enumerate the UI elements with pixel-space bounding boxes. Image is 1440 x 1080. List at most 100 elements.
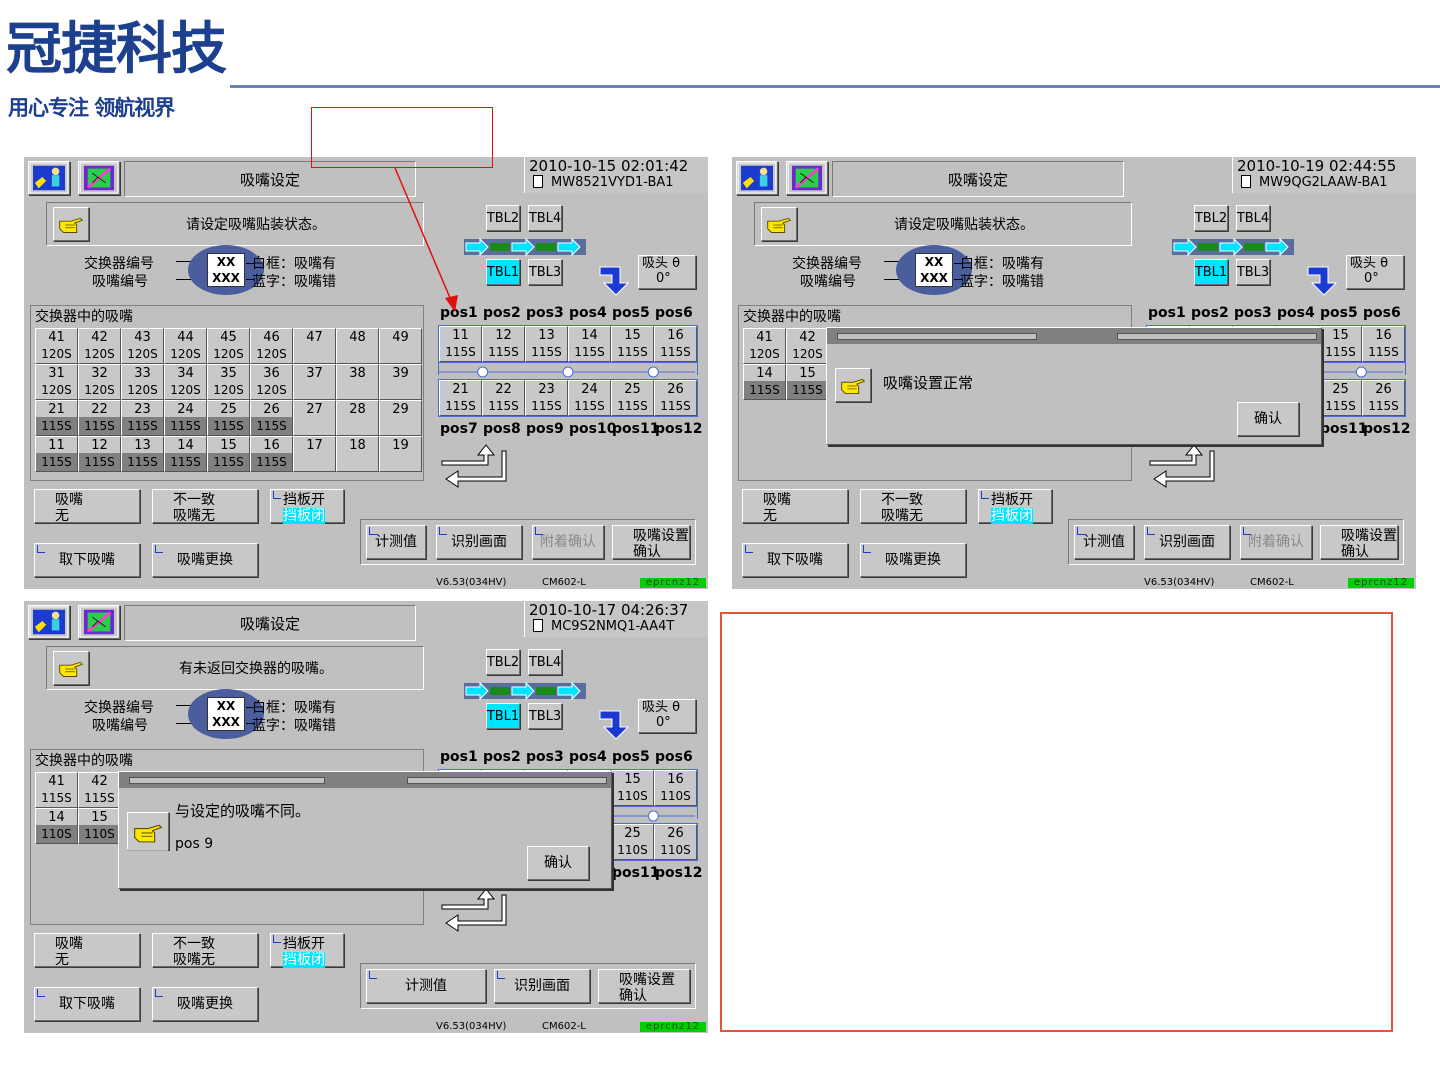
changer-cell[interactable]: 32120S — [78, 364, 121, 400]
measure-button[interactable]: 计测值 — [1074, 525, 1134, 559]
nozzle-none-button[interactable]: 吸嘴无 — [742, 489, 848, 524]
home-icon[interactable] — [28, 605, 70, 639]
changer-cell[interactable]: 47 — [293, 328, 336, 364]
changer-cell[interactable]: 41 115S — [35, 772, 78, 808]
changer-cell[interactable]: 24 115S — [164, 400, 207, 436]
table-tbl1[interactable]: TBL1 — [486, 703, 520, 729]
nozzle-setting-confirm-button[interactable]: 吸嘴设置 确认 — [1320, 525, 1398, 560]
changer-cell[interactable]: 43 120S — [121, 328, 164, 364]
nozzle-setting-confirm-button[interactable]: 吸嘴设置 确认 — [598, 969, 690, 1004]
changer-cell[interactable]: 37 — [293, 364, 336, 400]
changer-cell[interactable]: 38 — [336, 364, 379, 400]
changer-cell[interactable]: 36 120S — [250, 364, 293, 400]
changer-cell[interactable]: 28 — [336, 400, 379, 436]
changer-cell[interactable]: 26 115S — [250, 400, 293, 436]
changer-cell[interactable]: 19 — [379, 436, 422, 472]
changer-cell[interactable]: 21115S — [35, 400, 78, 436]
nozzle-none-button[interactable]: 吸嘴无 — [34, 489, 140, 524]
changer-cell[interactable]: 14 115S — [164, 436, 207, 472]
head-theta-box[interactable]: 吸头 θ 0° — [638, 255, 696, 289]
remove-nozzle-button[interactable]: 取下吸嘴 — [34, 987, 140, 1021]
changer-cell[interactable]: 14 110S — [35, 808, 78, 844]
pos-cell[interactable]: 26 115S — [654, 380, 697, 416]
changer-cell[interactable]: 35 120S — [207, 364, 250, 400]
ok-button[interactable]: 确认 — [1237, 402, 1299, 436]
attach-confirm-button[interactable]: 附着确认 — [1240, 525, 1312, 559]
changer-cell[interactable]: 42 120S — [78, 328, 121, 364]
mismatch-button[interactable]: 不一致 吸嘴无 — [152, 489, 258, 524]
pos-cell[interactable]: 16 115S — [654, 326, 697, 362]
head-theta-box[interactable]: 吸头 θ 0° — [1346, 255, 1404, 289]
changer-cell[interactable]: 31120S — [35, 364, 78, 400]
changer-cell[interactable]: 34 120S — [164, 364, 207, 400]
replace-nozzle-button[interactable]: 吸嘴更换 — [860, 543, 966, 577]
changer-cell[interactable]: 44 120S — [164, 328, 207, 364]
changer-cell[interactable]: 33 120S — [121, 364, 164, 400]
pos-cell[interactable]: 15 110S — [611, 770, 654, 806]
replace-nozzle-button[interactable]: 吸嘴更换 — [152, 987, 258, 1021]
pos-cell[interactable]: 25 115S — [1319, 380, 1362, 416]
pos-cell[interactable]: 12 115S — [482, 326, 525, 362]
changer-cell[interactable]: 12115S — [78, 436, 121, 472]
changer-cell[interactable]: 39 — [379, 364, 422, 400]
changer-cell[interactable]: 45 120S — [207, 328, 250, 364]
changer-cell[interactable]: 16115S — [250, 436, 293, 472]
table-tbl2[interactable]: TBL2 — [486, 649, 520, 675]
remove-nozzle-button[interactable]: 取下吸嘴 — [34, 543, 140, 577]
changer-cell[interactable]: 14 115S — [743, 364, 786, 400]
changer-cell[interactable]: 23 115S — [121, 400, 164, 436]
table-tbl1[interactable]: TBL1 — [486, 259, 520, 285]
nozzle-setting-confirm-button[interactable]: 吸嘴设置 确认 — [612, 525, 690, 560]
nozzle-none-button[interactable]: 吸嘴无 — [34, 933, 140, 968]
home-icon[interactable] — [736, 161, 778, 195]
pos-cell[interactable]: 16 110S — [654, 770, 697, 806]
changer-cell[interactable]: 15 110S — [78, 808, 121, 844]
table-tbl3[interactable]: TBL3 — [1236, 259, 1270, 285]
pos-cell[interactable]: 26 115S — [1362, 380, 1405, 416]
pos-cell[interactable]: 21 115S — [439, 380, 482, 416]
recognition-screen-button[interactable]: 识别画面 — [1144, 525, 1230, 559]
changer-cell[interactable]: 49 — [379, 328, 422, 364]
pcb-icon[interactable] — [78, 161, 120, 195]
pcb-icon[interactable] — [786, 161, 828, 195]
pos-cell[interactable]: 23 115S — [525, 380, 568, 416]
shutter-button[interactable]: 挡板开 挡板闭 — [270, 933, 344, 968]
shutter-button[interactable]: 挡板开 挡板闭 — [270, 489, 344, 524]
mismatch-button[interactable]: 不一致 吸嘴无 — [860, 489, 966, 524]
changer-cell[interactable]: 27 — [293, 400, 336, 436]
pos-cell[interactable]: 16 115S — [1362, 326, 1405, 362]
mismatch-button[interactable]: 不一致 吸嘴无 — [152, 933, 258, 968]
head-theta-box[interactable]: 吸头 θ 0° — [638, 699, 696, 733]
pos-cell[interactable]: 22 115S — [482, 380, 525, 416]
pos-cell[interactable]: 14 115S — [568, 326, 611, 362]
shutter-button[interactable]: 挡板开 挡板闭 — [978, 489, 1052, 524]
changer-cell[interactable]: 13115S — [121, 436, 164, 472]
table-tbl1[interactable]: TBL1 — [1194, 259, 1228, 285]
measure-button[interactable]: 计测值 — [366, 969, 486, 1003]
recognition-screen-button[interactable]: 识别画面 — [494, 969, 590, 1003]
pos-cell[interactable]: 15 115S — [611, 326, 654, 362]
remove-nozzle-button[interactable]: 取下吸嘴 — [742, 543, 848, 577]
changer-cell[interactable]: 41 120S — [35, 328, 78, 364]
table-tbl4[interactable]: TBL4 — [1236, 205, 1270, 231]
recognition-screen-button[interactable]: 识别画面 — [436, 525, 522, 559]
pos-cell[interactable]: 24 115S — [568, 380, 611, 416]
changer-cell[interactable]: 46 120S — [250, 328, 293, 364]
changer-cell[interactable]: 22115S — [78, 400, 121, 436]
changer-cell[interactable]: 29 — [379, 400, 422, 436]
pos-cell[interactable]: 25 115S — [611, 380, 654, 416]
pos-cell[interactable]: 26 110S — [654, 824, 697, 860]
home-icon[interactable] — [28, 161, 70, 195]
changer-cell[interactable]: 48 — [336, 328, 379, 364]
changer-cell[interactable]: 18 — [336, 436, 379, 472]
pos-cell[interactable]: 11 115S — [439, 326, 482, 362]
changer-cell[interactable]: 11115S — [35, 436, 78, 472]
pcb-icon[interactable] — [78, 605, 120, 639]
changer-cell[interactable]: 41 120S — [743, 328, 786, 364]
changer-cell[interactable]: 42 120S — [786, 328, 829, 364]
measure-button[interactable]: 计测值 — [366, 525, 426, 559]
table-tbl3[interactable]: TBL3 — [528, 259, 562, 285]
changer-cell[interactable]: 42 115S — [78, 772, 121, 808]
attach-confirm-button[interactable]: 附着确认 — [532, 525, 604, 559]
pos-cell[interactable]: 13 115S — [525, 326, 568, 362]
